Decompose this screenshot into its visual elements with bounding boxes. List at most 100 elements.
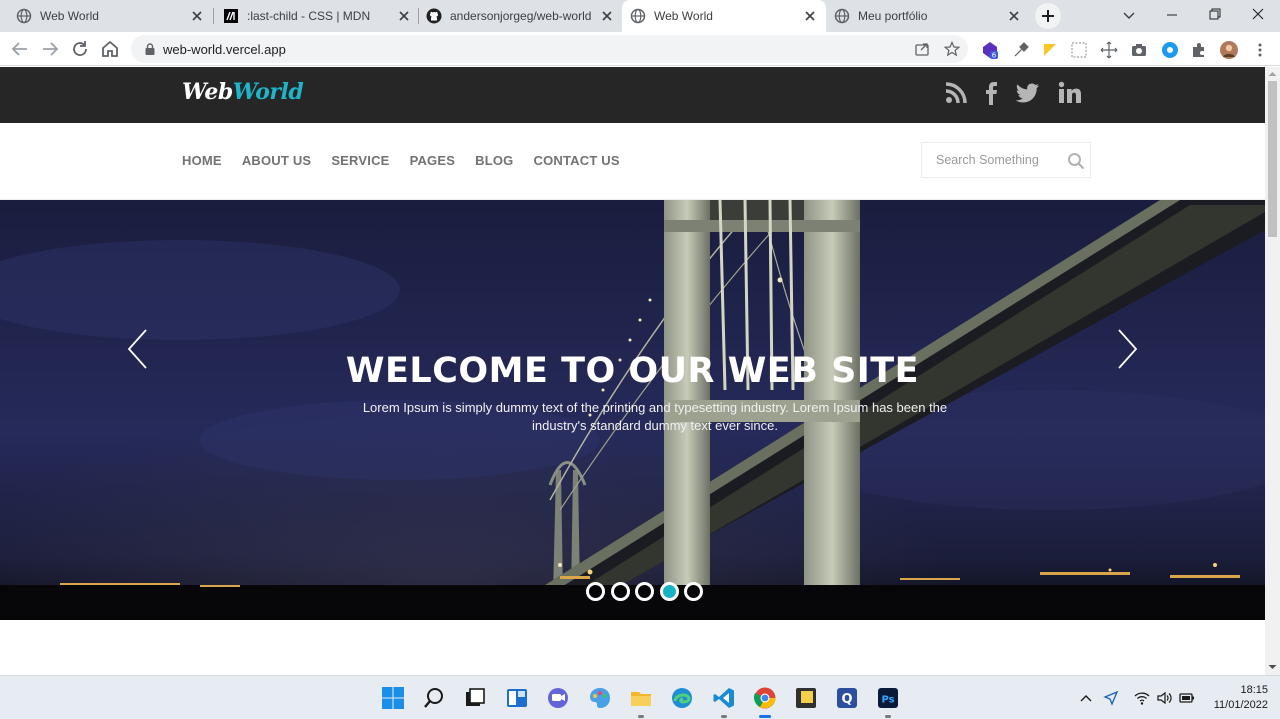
- search-icon[interactable]: [1067, 152, 1085, 170]
- facebook-icon[interactable]: [979, 80, 1005, 106]
- search-box: [921, 142, 1091, 178]
- restore-icon[interactable]: [1193, 0, 1237, 32]
- wifi-icon[interactable]: [1134, 690, 1150, 706]
- forward-icon[interactable]: [38, 37, 62, 61]
- extension-blue-icon[interactable]: [1161, 41, 1179, 59]
- logo-web: Web: [182, 79, 233, 105]
- close-tab-icon[interactable]: [189, 8, 205, 24]
- menu-kebab-icon[interactable]: [1251, 41, 1269, 59]
- chevron-up-icon[interactable]: [1078, 690, 1094, 706]
- site-top-bar: WebWorld: [0, 67, 1265, 123]
- back-icon[interactable]: [8, 37, 32, 61]
- tab-web-world-active[interactable]: Web World: [622, 0, 826, 32]
- slide-dot-5[interactable]: [684, 582, 703, 601]
- search-input[interactable]: [922, 143, 1062, 177]
- page-scrollbar[interactable]: [1265, 67, 1280, 675]
- svg-text:Q: Q: [841, 692, 852, 707]
- tab-web-world-1[interactable]: Web World: [8, 0, 213, 32]
- menu-item-blog[interactable]: BLOG: [475, 153, 513, 168]
- github-icon: [426, 8, 442, 24]
- tab-title: Web World: [654, 9, 713, 23]
- url-text[interactable]: web-world.vercel.app: [163, 42, 286, 57]
- highlighter-icon[interactable]: [1041, 41, 1059, 59]
- next-slide-arrow-icon[interactable]: [1115, 327, 1139, 371]
- eyedropper-icon[interactable]: [1012, 41, 1030, 59]
- linkedin-icon[interactable]: [1057, 80, 1083, 106]
- edge-browser-icon[interactable]: [670, 686, 694, 710]
- site-logo[interactable]: WebWorld: [182, 79, 304, 105]
- clock-time: 18:15: [1240, 684, 1268, 696]
- close-tab-icon[interactable]: [1006, 8, 1022, 24]
- slide-indicators: [586, 582, 709, 601]
- q-app-icon[interactable]: Q: [835, 686, 859, 710]
- location-arrow-icon[interactable]: [1103, 690, 1119, 706]
- close-tab-icon[interactable]: [396, 8, 412, 24]
- system-clock[interactable]: 18:15 11/01/2022: [1198, 683, 1268, 713]
- chrome-icon[interactable]: [753, 686, 777, 710]
- clock-date: 11/01/2022: [1213, 699, 1268, 711]
- site-navigation: HOME ABOUT US SERVICE PAGES BLOG CONTACT…: [0, 123, 1265, 200]
- taskbar-search-icon[interactable]: [422, 686, 446, 710]
- windows-start-icon[interactable]: [381, 686, 405, 710]
- running-indicator: [885, 715, 891, 718]
- menu-item-about-us[interactable]: ABOUT US: [242, 153, 312, 168]
- menu-item-home[interactable]: HOME: [182, 153, 222, 168]
- slide-dot-3[interactable]: [635, 582, 654, 601]
- teams-chat-icon[interactable]: [546, 686, 570, 710]
- paint-app-icon[interactable]: [588, 686, 612, 710]
- twitter-icon[interactable]: [1015, 80, 1041, 106]
- close-window-icon[interactable]: [1236, 0, 1280, 32]
- file-explorer-icon[interactable]: [629, 686, 653, 710]
- windows-taskbar: Q Ps 18:15 11/01/2022: [0, 675, 1280, 719]
- close-tab-icon[interactable]: [599, 8, 615, 24]
- widgets-icon[interactable]: [505, 686, 529, 710]
- menu-item-contact-us[interactable]: CONTACT US: [533, 153, 619, 168]
- camera-icon[interactable]: [1130, 41, 1148, 59]
- tab-github[interactable]: andersonjorgeg/web-world: [418, 0, 623, 32]
- move-icon[interactable]: [1100, 41, 1118, 59]
- bookmark-star-icon[interactable]: [944, 41, 960, 57]
- main-menu: HOME ABOUT US SERVICE PAGES BLOG CONTACT…: [182, 153, 640, 168]
- running-indicator: [721, 715, 727, 718]
- hero-title: WELCOME TO OUR WEB SITE: [345, 351, 920, 391]
- tab-portfolio[interactable]: Meu portfólio: [826, 0, 1030, 32]
- home-icon[interactable]: [98, 37, 122, 61]
- share-icon[interactable]: [914, 41, 930, 57]
- screenshot-icon[interactable]: [1070, 41, 1088, 59]
- rss-icon[interactable]: [943, 80, 969, 106]
- scroll-up-icon[interactable]: [1268, 70, 1277, 78]
- tab-title: :last-child - CSS | MDN: [247, 9, 371, 23]
- vscode-icon[interactable]: [712, 686, 736, 710]
- logo-world: World: [232, 79, 304, 105]
- slide-dot-4-active[interactable]: [659, 582, 679, 601]
- address-bar[interactable]: web-world.vercel.app: [131, 35, 968, 63]
- slide-dot-2[interactable]: [610, 582, 630, 601]
- tab-mdn[interactable]: :last-child - CSS | MDN: [215, 0, 420, 32]
- extensions-puzzle-icon[interactable]: [1190, 41, 1208, 59]
- minimize-icon[interactable]: [1150, 0, 1194, 32]
- lock-icon[interactable]: [143, 42, 157, 56]
- prev-slide-arrow-icon[interactable]: [126, 327, 150, 371]
- task-view-icon[interactable]: [463, 686, 487, 710]
- hero-description: Lorem Ipsum is simply dummy text of the …: [362, 400, 948, 433]
- tab-search-icon[interactable]: [1107, 0, 1151, 32]
- new-tab-button[interactable]: [1035, 3, 1061, 29]
- tab-strip: Web World :last-child - CSS | MDN anders…: [0, 0, 1280, 32]
- slide-dot-1[interactable]: [586, 582, 605, 601]
- profile-avatar[interactable]: [1220, 41, 1238, 59]
- extension-badge: 6: [992, 52, 997, 60]
- scroll-down-icon[interactable]: [1268, 663, 1277, 671]
- close-tab-icon[interactable]: [802, 8, 818, 24]
- extension-purple-icon[interactable]: 6: [981, 41, 999, 59]
- active-indicator: [759, 715, 771, 718]
- sticky-notes-icon[interactable]: [794, 686, 818, 710]
- volume-icon[interactable]: [1156, 690, 1172, 706]
- browser-toolbar: web-world.vercel.app 6: [0, 32, 1280, 66]
- photoshop-icon[interactable]: Ps: [876, 686, 900, 710]
- menu-item-service[interactable]: SERVICE: [331, 153, 389, 168]
- reload-icon[interactable]: [68, 37, 92, 61]
- menu-item-pages[interactable]: PAGES: [410, 153, 456, 168]
- scrollbar-thumb[interactable]: [1268, 81, 1277, 237]
- mdn-icon: [224, 9, 238, 23]
- battery-charging-icon[interactable]: [1179, 690, 1195, 706]
